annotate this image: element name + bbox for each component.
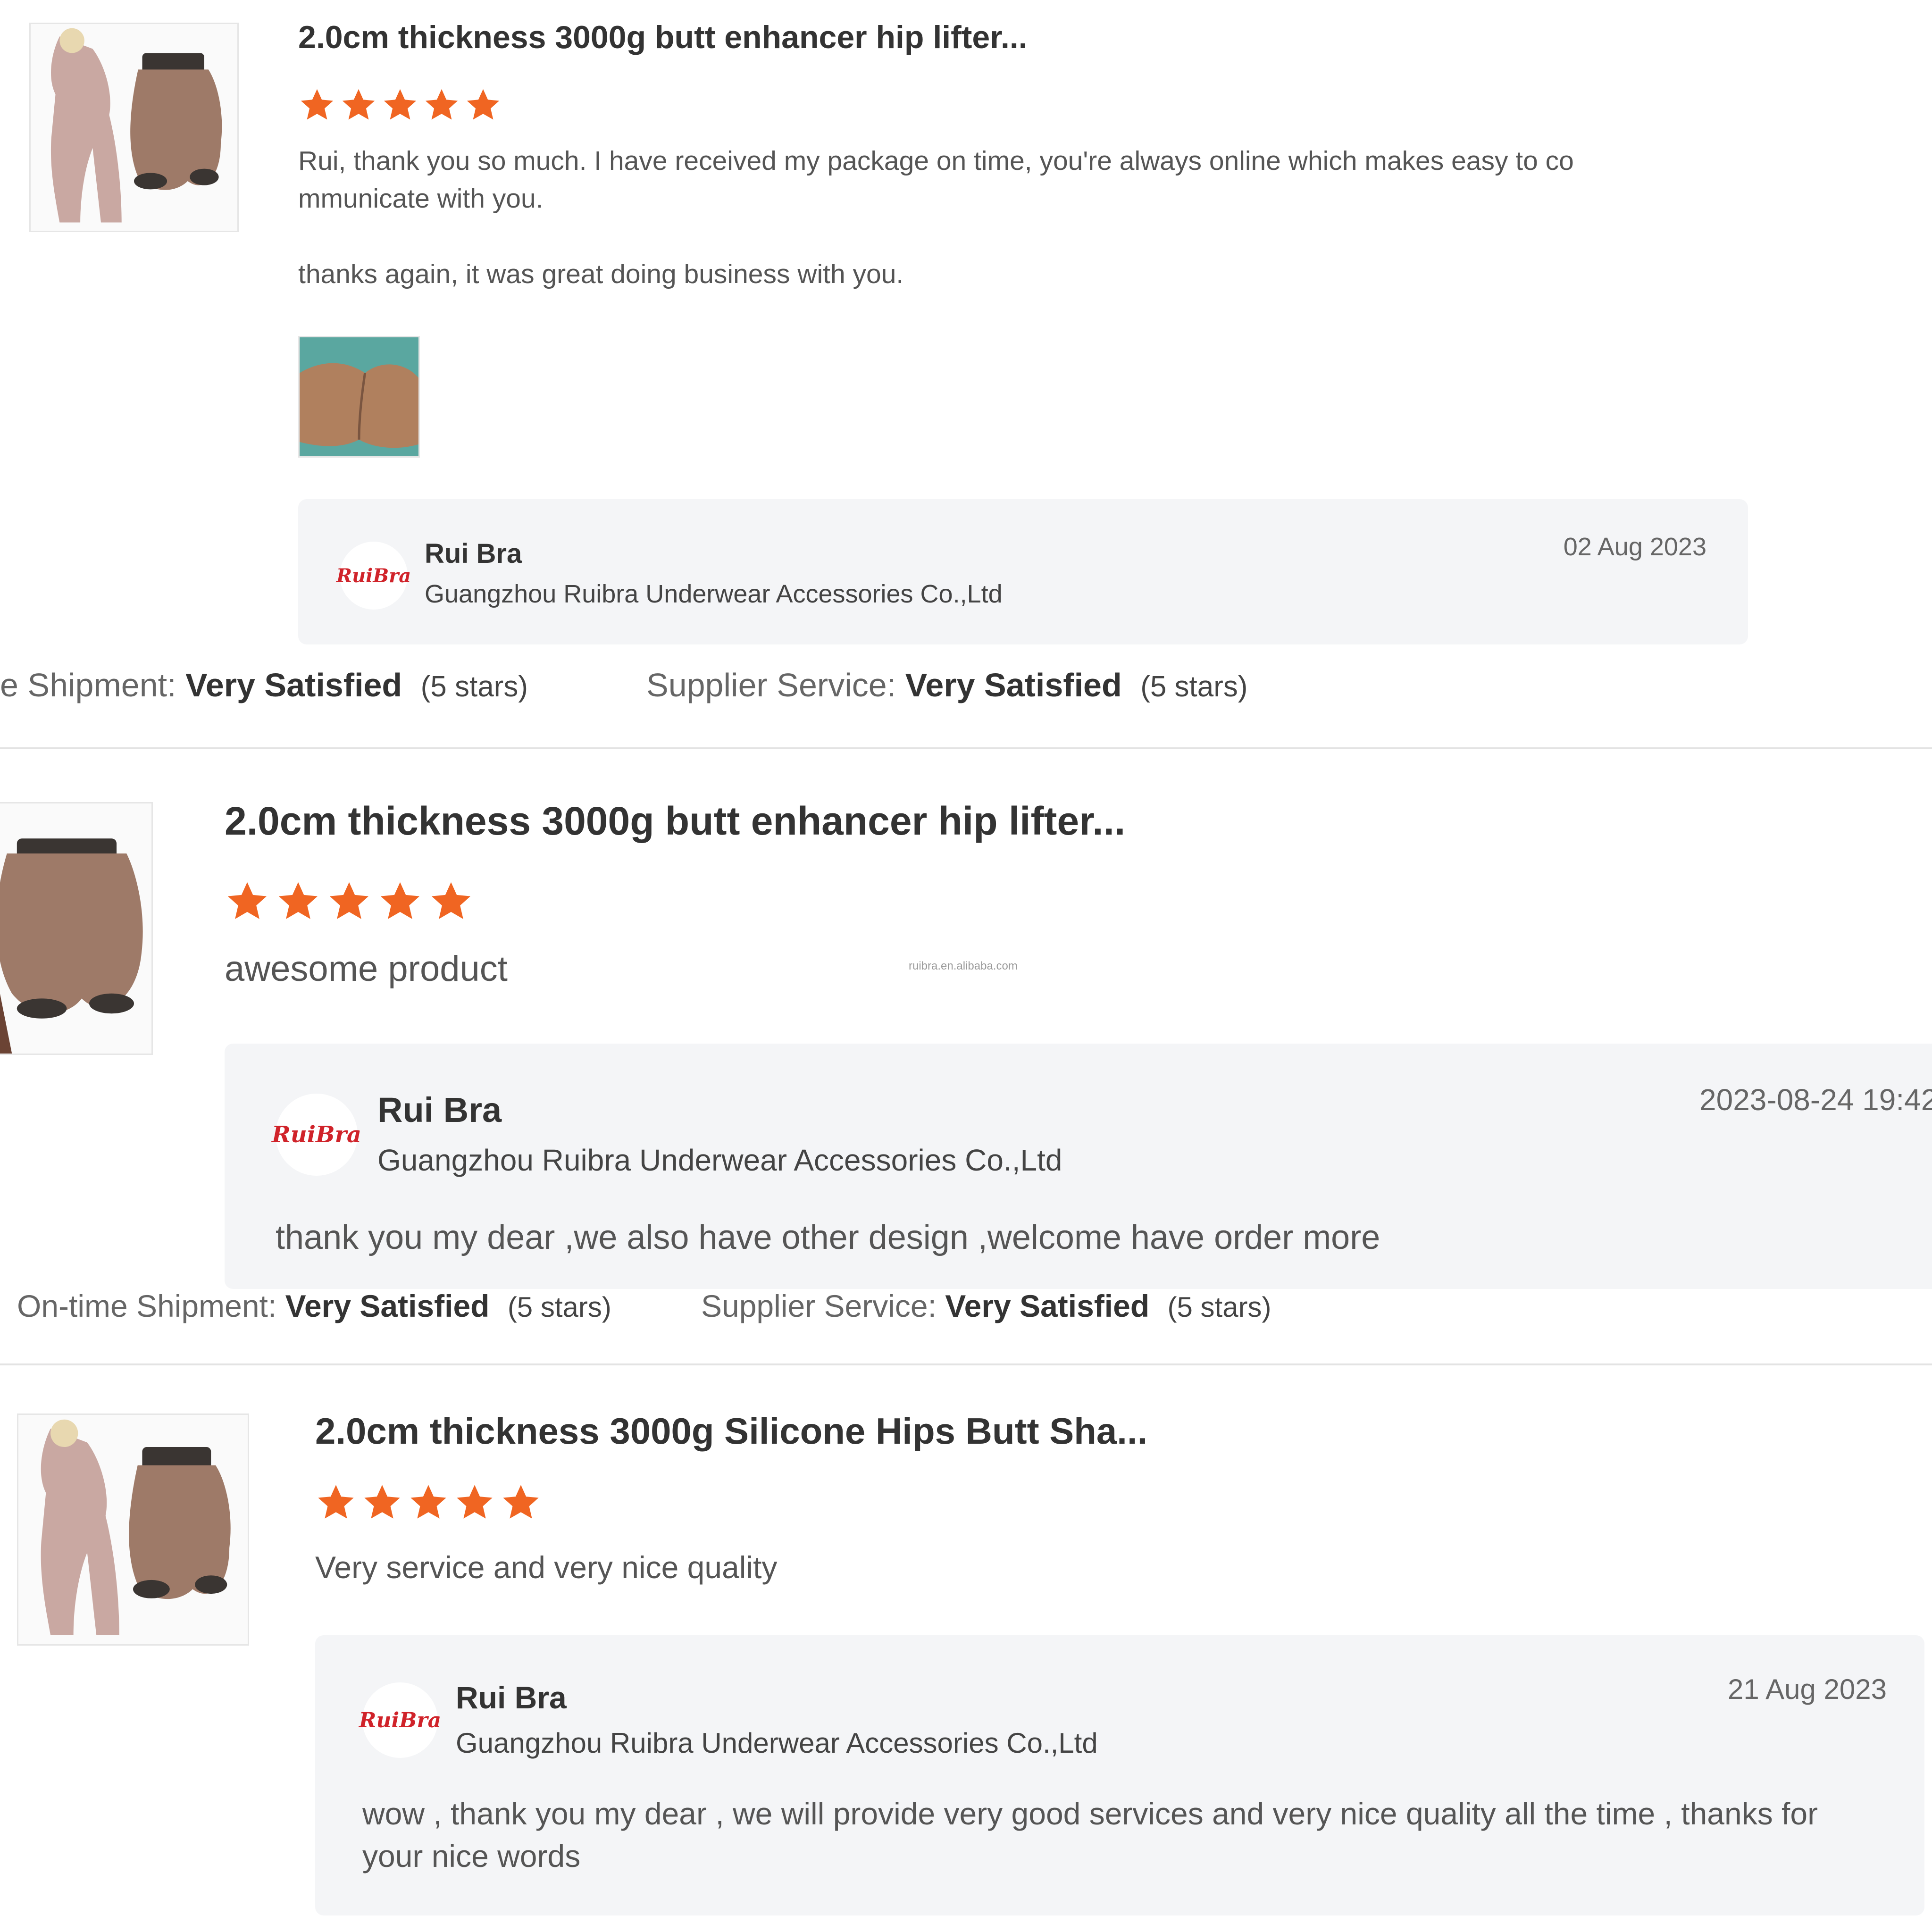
rating-summary-service: Supplier Service: Very Satisfied (5 star… (646, 666, 1248, 704)
seller-name[interactable]: Rui Bra (425, 538, 522, 569)
service-label: Supplier Service: (646, 667, 896, 703)
shipment-label: e Shipment: (0, 667, 176, 703)
star-icon (329, 882, 369, 919)
rating-summary: e Shipment: Very Satisfied (5 stars) (0, 666, 528, 704)
product-thumbnail[interactable] (17, 1413, 249, 1646)
shipment-stars: (5 stars) (420, 670, 528, 703)
seller-logo: RuiBra (272, 1094, 361, 1176)
seller-logo: RuiBra (359, 1682, 442, 1758)
seller-company[interactable]: Guangzhou Ruibra Underwear Accessories C… (425, 579, 1003, 609)
star-icon (364, 1485, 400, 1519)
review-text: awesome product (225, 949, 508, 989)
star-rating (298, 87, 502, 124)
seller-name[interactable]: Rui Bra (377, 1090, 502, 1130)
shipment-value: Very Satisfied (185, 667, 402, 703)
seller-logo-text: RuiBra (359, 1708, 442, 1732)
shipment-stars: (5 stars) (507, 1291, 611, 1323)
star-rating (315, 1482, 542, 1523)
review-title[interactable]: 2.0cm thickness 3000g Silicone Hips Butt… (315, 1410, 1147, 1453)
seller-company[interactable]: Guangzhou Ruibra Underwear Accessories C… (377, 1143, 1062, 1178)
star-icon (384, 89, 417, 120)
reply-message-line: wow , thank you my dear , we will provid… (362, 1796, 1818, 1831)
star-icon (380, 882, 420, 919)
review-photo[interactable] (298, 336, 420, 458)
product-thumbnail[interactable] (29, 23, 239, 232)
review-divider (0, 1363, 1932, 1365)
seller-logo-text: RuiBra (336, 564, 411, 587)
star-rating (225, 879, 474, 924)
product-thumbnail[interactable] (0, 802, 153, 1055)
shipment-value: Very Satisfied (285, 1288, 490, 1323)
star-icon (227, 882, 267, 919)
star-icon (301, 89, 334, 120)
star-icon (503, 1485, 539, 1519)
service-value: Very Satisfied (945, 1288, 1150, 1323)
watermark: ruibra.en.alibaba.com (909, 960, 1018, 972)
product-image (0, 803, 151, 1054)
service-stars: (5 stars) (1140, 670, 1248, 703)
review-photo-image (300, 337, 418, 456)
product-image (18, 1415, 248, 1644)
service-label: Supplier Service: (701, 1288, 937, 1323)
reply-date: 2023-08-24 19:42 (1699, 1083, 1932, 1117)
review-title[interactable]: 2.0cm thickness 3000g butt enhancer hip … (225, 798, 1125, 844)
star-icon (425, 89, 458, 120)
product-image (31, 24, 237, 231)
seller-logo-text: RuiBra (272, 1121, 361, 1148)
star-icon (431, 882, 471, 919)
review-text: Very service and very nice quality (315, 1550, 778, 1585)
star-icon (318, 1485, 354, 1519)
review-text-line: mmunicate with you. (298, 184, 544, 214)
seller-company[interactable]: Guangzhou Ruibra Underwear Accessories C… (456, 1727, 1098, 1759)
review-title[interactable]: 2.0cm thickness 3000g butt enhancer hip … (298, 19, 1028, 56)
service-value: Very Satisfied (905, 667, 1122, 703)
rating-summary-service: Supplier Service: Very Satisfied (5 star… (701, 1288, 1271, 1324)
review-text-line: thanks again, it was great doing busines… (298, 259, 904, 289)
reply-date: 21 Aug 2023 (1727, 1673, 1887, 1705)
reply-message-line: your nice words (362, 1839, 581, 1873)
reply-date: 02 Aug 2023 (1563, 533, 1706, 561)
star-icon (457, 1485, 493, 1519)
seller-reply-panel: RuiBra Rui Bra Guangzhou Ruibra Underwea… (225, 1044, 1932, 1289)
review-divider (0, 747, 1932, 749)
service-stars: (5 stars) (1167, 1291, 1271, 1323)
star-icon (278, 882, 318, 919)
shipment-label: On-time Shipment: (17, 1288, 277, 1323)
seller-logo: RuiBra (336, 542, 411, 610)
star-icon (467, 89, 500, 120)
seller-reply-panel: RuiBra Rui Bra Guangzhou Ruibra Underwea… (315, 1635, 1924, 1915)
review-text-line: Rui, thank you so much. I have received … (298, 146, 1574, 176)
star-icon (410, 1485, 446, 1519)
rating-summary: On-time Shipment: Very Satisfied (5 star… (17, 1288, 611, 1324)
seller-name[interactable]: Rui Bra (456, 1680, 567, 1715)
seller-reply-panel: RuiBra Rui Bra Guangzhou Ruibra Underwea… (298, 499, 1748, 644)
reply-message: thank you my dear ,we also have other de… (276, 1219, 1380, 1256)
star-icon (342, 89, 375, 120)
